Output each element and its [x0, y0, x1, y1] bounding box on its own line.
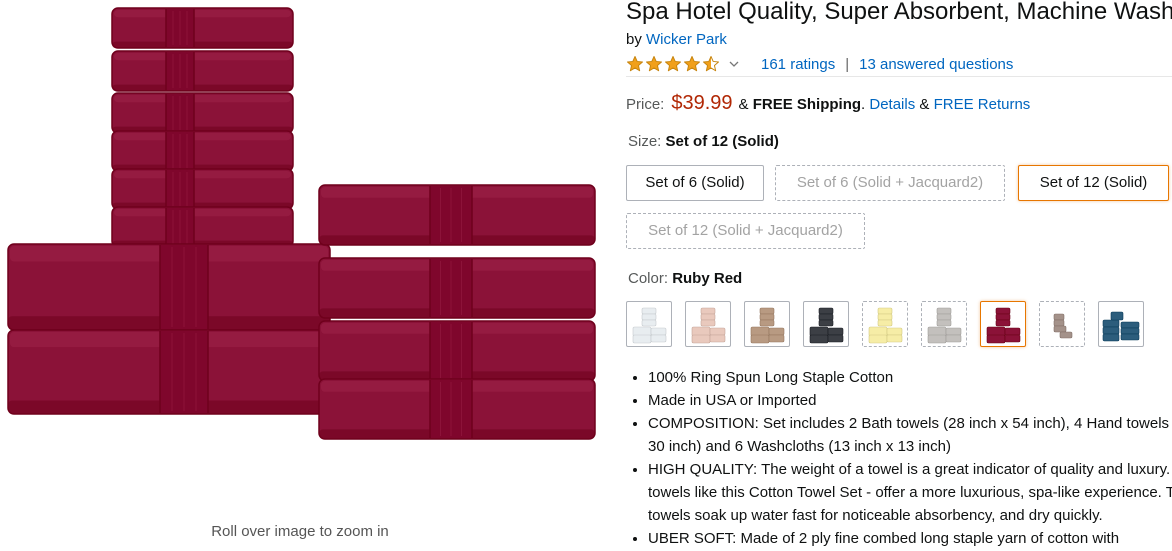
answered-questions-link[interactable]: 13 answered questions: [859, 56, 1013, 73]
size-selection: Size: Set of 12 (Solid): [628, 133, 779, 150]
towel-stack-icon: [1102, 311, 1140, 342]
price-label: Price:: [626, 96, 665, 113]
free-shipping-label: FREE Shipping: [752, 96, 862, 113]
towel-stack-icon: [809, 307, 844, 344]
divider: [626, 76, 1172, 77]
silver-swatch[interactable]: [921, 301, 967, 347]
by-prefix: by: [626, 31, 642, 48]
byline: by Wicker Park: [626, 31, 727, 48]
towel-stack-icon: [1053, 313, 1073, 339]
price-row: Price: $39.99 & FREE Shipping. Details &…: [626, 92, 1030, 115]
period: .: [861, 96, 866, 113]
ruby-red-swatch[interactable]: [980, 301, 1026, 347]
hand-towel: [318, 378, 596, 440]
towel-stack-icon: [868, 307, 903, 344]
washcloth-towel: [111, 168, 294, 210]
feature-bullet: Made in USA or Imported: [648, 389, 1172, 412]
star-icon: [627, 56, 643, 72]
teal-swatch[interactable]: [1098, 301, 1144, 347]
washcloth-towel: [111, 206, 294, 248]
towel-stack-icon: [750, 307, 785, 344]
color-selection: Color: Ruby Red: [628, 270, 742, 287]
charcoal-swatch[interactable]: [803, 301, 849, 347]
bath-towel: [7, 243, 331, 331]
product-image-panel: Roll over image to zoom in: [0, 0, 612, 551]
washcloth-towel: [111, 130, 294, 172]
chevron-down-icon[interactable]: [729, 56, 739, 73]
star-icon: [665, 56, 681, 72]
washcloth-towel: [111, 50, 294, 92]
star-rating[interactable]: [626, 55, 720, 73]
feature-bullets: 100% Ring Spun Long Staple Cotton Made i…: [626, 366, 1172, 550]
hand-towel: [318, 184, 596, 246]
towel-stack-icon: [691, 307, 726, 344]
size-option-set-of-6-jacquard[interactable]: Set of 6 (Solid + Jacquard2): [775, 165, 1005, 201]
feature-bullet: HIGH QUALITY: The weight of a towel is a…: [648, 458, 1172, 527]
washcloth-towel: [111, 7, 294, 49]
ampersand-2: &: [919, 96, 930, 113]
white-swatch[interactable]: [626, 301, 672, 347]
feature-bullet: UBER SOFT: Made of 2 ply fine combed lon…: [648, 527, 1172, 550]
cream-swatch[interactable]: [862, 301, 908, 347]
towel-stack-icon: [986, 307, 1021, 344]
ratings-link[interactable]: 161 ratings: [761, 56, 835, 73]
taupe-swatch[interactable]: [744, 301, 790, 347]
separator: |: [845, 55, 850, 73]
washcloth-towel: [111, 92, 294, 134]
feature-bullet: 100% Ring Spun Long Staple Cotton: [648, 366, 1172, 389]
towel-stack-icon: [632, 307, 667, 344]
star-icon: [703, 56, 719, 72]
star-icon: [646, 56, 662, 72]
size-option-set-of-6-solid[interactable]: Set of 6 (Solid): [626, 165, 764, 201]
zoom-hint: Roll over image to zoom in: [211, 523, 389, 540]
mocha-swatch[interactable]: [1039, 301, 1085, 347]
size-option-set-of-12-jacquard[interactable]: Set of 12 (Solid + Jacquard2): [626, 213, 865, 249]
star-icon: [684, 56, 700, 72]
details-link[interactable]: Details: [869, 96, 915, 113]
feature-bullet: COMPOSITION: Set includes 2 Bath towels …: [648, 412, 1172, 458]
ampersand: &: [738, 96, 749, 113]
free-returns-link[interactable]: FREE Returns: [934, 96, 1031, 113]
size-option-set-of-12-solid[interactable]: Set of 12 (Solid): [1018, 165, 1169, 201]
hand-towel: [318, 257, 596, 319]
rating-row: 161 ratings | 13 answered questions: [626, 53, 1013, 75]
selected-color: Ruby Red: [672, 270, 743, 287]
product-image[interactable]: [0, 0, 612, 460]
price-value: $39.99: [671, 92, 733, 114]
product-title: Spa Hotel Quality, Super Absorbent, Mach…: [626, 0, 1172, 25]
towel-stack-icon: [927, 307, 962, 344]
selected-size: Set of 12 (Solid): [665, 133, 779, 150]
bath-towel: [7, 329, 331, 415]
hand-towel: [318, 320, 596, 382]
blush-swatch[interactable]: [685, 301, 731, 347]
brand-link[interactable]: Wicker Park: [646, 31, 727, 48]
size-label: Size:: [628, 133, 662, 150]
color-label: Color:: [628, 270, 669, 287]
product-info: Spa Hotel Quality, Super Absorbent, Mach…: [626, 0, 1172, 551]
